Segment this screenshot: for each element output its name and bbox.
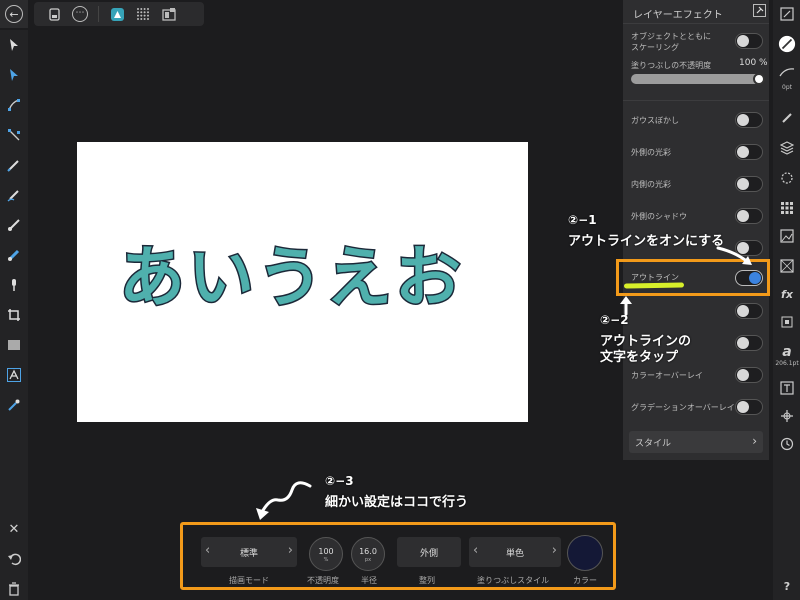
annotation-arrows xyxy=(256,246,752,520)
